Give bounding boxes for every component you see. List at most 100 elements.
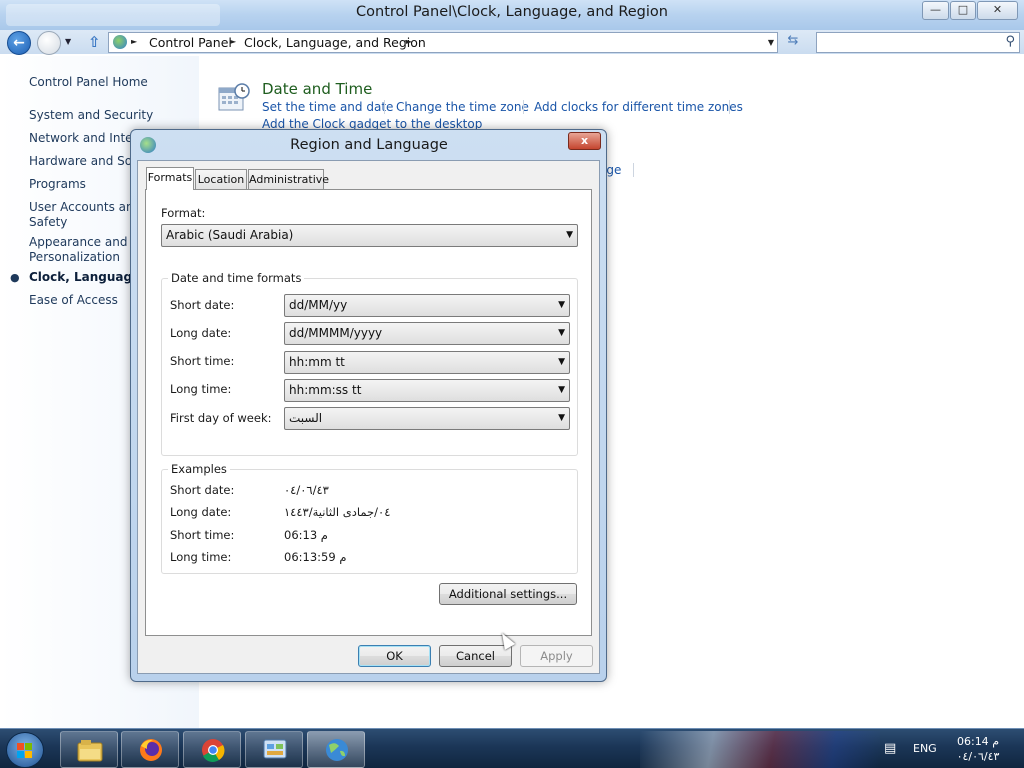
sidebar-item-control-panel-home[interactable]: Control Panel Home: [29, 75, 148, 90]
search-icon[interactable]: ⚲: [1005, 34, 1015, 49]
link-divider: [384, 100, 385, 114]
clock-date[interactable]: ٠٤/٠٦/٤٣: [952, 750, 1004, 763]
chrome-icon: [202, 739, 225, 762]
language-indicator[interactable]: ENG: [913, 742, 937, 755]
tab-location[interactable]: Location: [195, 169, 247, 189]
taskbar-chrome[interactable]: [183, 731, 241, 768]
breadcrumb-control-panel[interactable]: Control Panel: [149, 35, 232, 50]
windows-logo-icon: [17, 743, 33, 759]
taskbar: ▤ ENG 06:14 م ٠٤/٠٦/٤٣: [0, 728, 1024, 768]
first-day-value: السبت: [289, 411, 323, 425]
region-language-dialog: Region and Language x Formats Location A…: [130, 129, 607, 682]
sidebar-item-network[interactable]: Network and Intern: [29, 131, 145, 146]
sidebar-item-ease-of-access[interactable]: Ease of Access: [29, 293, 118, 308]
clock-time[interactable]: 06:14 م: [952, 735, 1004, 748]
control-panel-icon: [113, 35, 127, 49]
formats-panel: Format: Arabic (Saudi Arabia) ▼ Date and…: [145, 189, 592, 636]
long-time-select[interactable]: hh:mm:ss tt ▼: [284, 379, 570, 402]
short-time-label: Short time:: [170, 354, 235, 368]
example-short-date-value: ٠٤/٠٦/٤٣: [284, 483, 329, 497]
sidebar-item-user-accounts-line2[interactable]: Safety: [29, 215, 67, 230]
taskbar-firefox[interactable]: [121, 731, 179, 768]
long-date-select[interactable]: dd/MMMM/yyyy ▼: [284, 322, 570, 345]
long-date-label: Long date:: [170, 326, 232, 340]
format-select[interactable]: Arabic (Saudi Arabia) ▼: [161, 224, 578, 247]
link-divider: [633, 163, 634, 177]
folder-icon: [77, 740, 103, 762]
first-day-select[interactable]: السبت ▼: [284, 407, 570, 430]
chevron-down-icon: ▼: [558, 328, 565, 338]
tab-administrative[interactable]: Administrative: [248, 169, 329, 189]
refresh-icon[interactable]: ⇆: [782, 33, 804, 51]
tab-formats[interactable]: Formats: [146, 167, 194, 190]
forward-button[interactable]: [37, 31, 61, 55]
short-date-label: Short date:: [170, 298, 235, 312]
chevron-down-icon: ▼: [558, 385, 565, 395]
link-divider: [729, 100, 730, 114]
example-short-date-label: Short date:: [170, 483, 235, 497]
format-value: Arabic (Saudi Arabia): [166, 228, 294, 242]
sidebar-item-hardware[interactable]: Hardware and Sour: [29, 154, 145, 169]
long-time-value: hh:mm:ss tt: [289, 383, 362, 397]
short-date-select[interactable]: dd/MM/yy ▼: [284, 294, 570, 317]
long-time-label: Long time:: [170, 382, 232, 396]
taskbar-control-panel[interactable]: [245, 731, 303, 768]
date-time-formats-label: Date and time formats: [168, 271, 305, 285]
sidebar-item-user-accounts[interactable]: User Accounts and: [29, 200, 141, 215]
up-arrow-icon[interactable]: ⇧: [88, 33, 101, 51]
maximize-button[interactable]: □: [950, 1, 976, 20]
breadcrumb-chevron-icon[interactable]: ►: [230, 37, 236, 46]
link-change-time-zone[interactable]: Change the time zone: [396, 100, 529, 114]
example-long-time-value: 06:13:59 م: [284, 550, 347, 564]
start-button[interactable]: [6, 732, 44, 768]
format-label: Format:: [161, 206, 206, 220]
examples-group: Examples Short date: ٠٤/٠٦/٤٣ Long date:…: [161, 462, 578, 574]
additional-settings-button[interactable]: Additional settings...: [439, 583, 577, 605]
examples-label: Examples: [168, 462, 230, 476]
date-time-formats-group: Date and time formats Short date: dd/MM/…: [161, 271, 578, 456]
recent-pages-dropdown-icon[interactable]: ▼: [65, 37, 71, 46]
sidebar-item-appearance-line2[interactable]: Personalization: [29, 250, 120, 265]
window-titlebar: Control Panel\Clock, Language, and Regio…: [0, 0, 1024, 30]
link-set-time-date[interactable]: Set the time and date: [262, 100, 393, 114]
address-bar[interactable]: ► Control Panel ► Clock, Language, and R…: [108, 32, 778, 53]
navigation-bar: ← ▼ ⇧ ► Control Panel ► Clock, Language,…: [0, 30, 1024, 55]
short-time-select[interactable]: hh:mm tt ▼: [284, 351, 570, 374]
control-panel-icon: [263, 739, 287, 759]
chevron-down-icon: ▼: [558, 413, 565, 423]
minimize-button[interactable]: —: [922, 1, 949, 20]
breadcrumb-chevron-icon[interactable]: ►: [406, 37, 412, 46]
close-button[interactable]: ✕: [977, 1, 1018, 20]
example-long-time-label: Long time:: [170, 550, 232, 564]
link-divider: [523, 100, 524, 114]
firefox-icon: [140, 739, 162, 761]
short-date-value: dd/MM/yy: [289, 298, 348, 312]
breadcrumb-clock-language-region[interactable]: Clock, Language, and Region: [244, 35, 426, 50]
taskbar-region-language[interactable]: [307, 731, 365, 768]
apply-button[interactable]: Apply: [520, 645, 593, 667]
dialog-close-button[interactable]: x: [568, 132, 601, 150]
chevron-down-icon: ▼: [558, 357, 565, 367]
network-icon[interactable]: ▤: [884, 741, 896, 756]
sidebar-item-system-security[interactable]: System and Security: [29, 108, 153, 123]
example-long-date-value: ٠٤/جمادى الثانية/١٤٤٣: [284, 505, 391, 519]
dialog-title: Region and Language: [290, 137, 448, 153]
sidebar-item-programs[interactable]: Programs: [29, 177, 86, 192]
breadcrumb-chevron-icon[interactable]: ►: [131, 37, 137, 46]
ok-button[interactable]: OK: [358, 645, 431, 667]
system-tray: ▤ ENG 06:14 م ٠٤/٠٦/٤٣: [882, 729, 1024, 768]
cancel-button[interactable]: Cancel: [439, 645, 512, 667]
long-date-value: dd/MMMM/yyyy: [289, 326, 383, 340]
first-day-label: First day of week:: [170, 411, 272, 425]
example-short-time-value: 06:13 م: [284, 528, 328, 542]
sidebar-item-appearance[interactable]: Appearance and: [29, 235, 127, 250]
window-title: Control Panel\Clock, Language, and Regio…: [356, 4, 668, 20]
category-title-date-time[interactable]: Date and Time: [262, 80, 372, 98]
search-input[interactable]: ⚲: [816, 32, 1020, 53]
back-arrow-icon: ←: [13, 35, 25, 51]
taskbar-explorer[interactable]: [60, 731, 118, 768]
link-add-clocks[interactable]: Add clocks for different time zones: [534, 100, 743, 114]
wallpaper-art: [640, 731, 880, 768]
address-dropdown-icon[interactable]: ▼: [768, 38, 774, 47]
back-button[interactable]: ←: [7, 31, 31, 55]
